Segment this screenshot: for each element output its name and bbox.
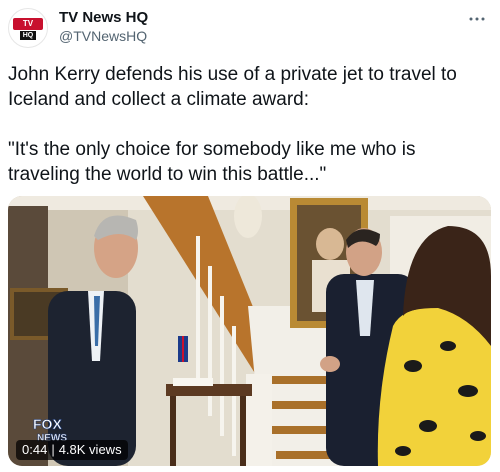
tweet-text: John Kerry defends his use of a private … bbox=[8, 62, 492, 187]
svg-text:FOX: FOX bbox=[33, 416, 62, 432]
user-handle[interactable]: @TVNewsHQ bbox=[59, 28, 147, 44]
avatar-logo-subtext: HQ bbox=[20, 31, 36, 40]
video-views: 4.8K views bbox=[58, 442, 122, 457]
separator: | bbox=[51, 442, 55, 457]
avatar-logo-text: TV NEWS bbox=[13, 18, 43, 40]
tweet-text-line: John Kerry defends his use of a private … bbox=[8, 64, 457, 110]
avatar[interactable]: TV NEWS HQ bbox=[8, 8, 48, 48]
tweet-card[interactable]: TV NEWS HQ TV News HQ @TVNewsHQ John Ker… bbox=[0, 0, 500, 472]
tweet-quote: "It's the only choice for somebody like … bbox=[8, 139, 416, 185]
video-stats-badge: 0:44 | 4.8K views bbox=[16, 440, 128, 460]
video-time: 0:44 bbox=[22, 442, 48, 457]
more-horizontal-icon[interactable] bbox=[468, 10, 486, 28]
display-name[interactable]: TV News HQ bbox=[59, 9, 148, 26]
